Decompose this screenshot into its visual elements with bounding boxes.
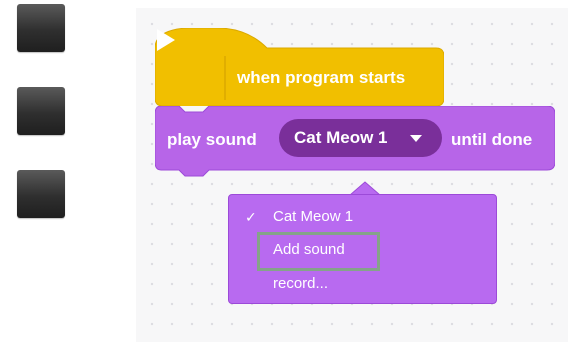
menu-item-record[interactable]: record...	[273, 275, 328, 292]
play-sound-label: play sound	[167, 130, 257, 149]
play-sound-until-done-block[interactable]: play sound Cat Meow 1 until done	[155, 106, 555, 178]
hat-block-label: when program starts	[237, 68, 406, 87]
sound-dropdown-menu: ✓ Cat Meow 1 Add sound record...	[228, 194, 497, 304]
menu-item-cat-meow-1[interactable]: Cat Meow 1	[273, 208, 353, 225]
sound-dropdown-pill[interactable]: Cat Meow 1	[279, 119, 442, 157]
palette-square-3[interactable]	[17, 170, 65, 218]
palette-square-1[interactable]	[17, 4, 65, 52]
play-triangle-icon	[157, 29, 175, 51]
palette-square-2[interactable]	[17, 87, 65, 135]
caret-down-icon	[410, 135, 422, 142]
until-done-label: until done	[451, 130, 533, 149]
selected-sound-label: Cat Meow 1	[294, 128, 388, 147]
menu-item-add-sound[interactable]: Add sound	[273, 241, 345, 258]
check-icon: ✓	[245, 209, 257, 225]
hat-block-shape	[155, 28, 444, 106]
when-program-starts-block[interactable]: when program starts	[155, 28, 444, 106]
